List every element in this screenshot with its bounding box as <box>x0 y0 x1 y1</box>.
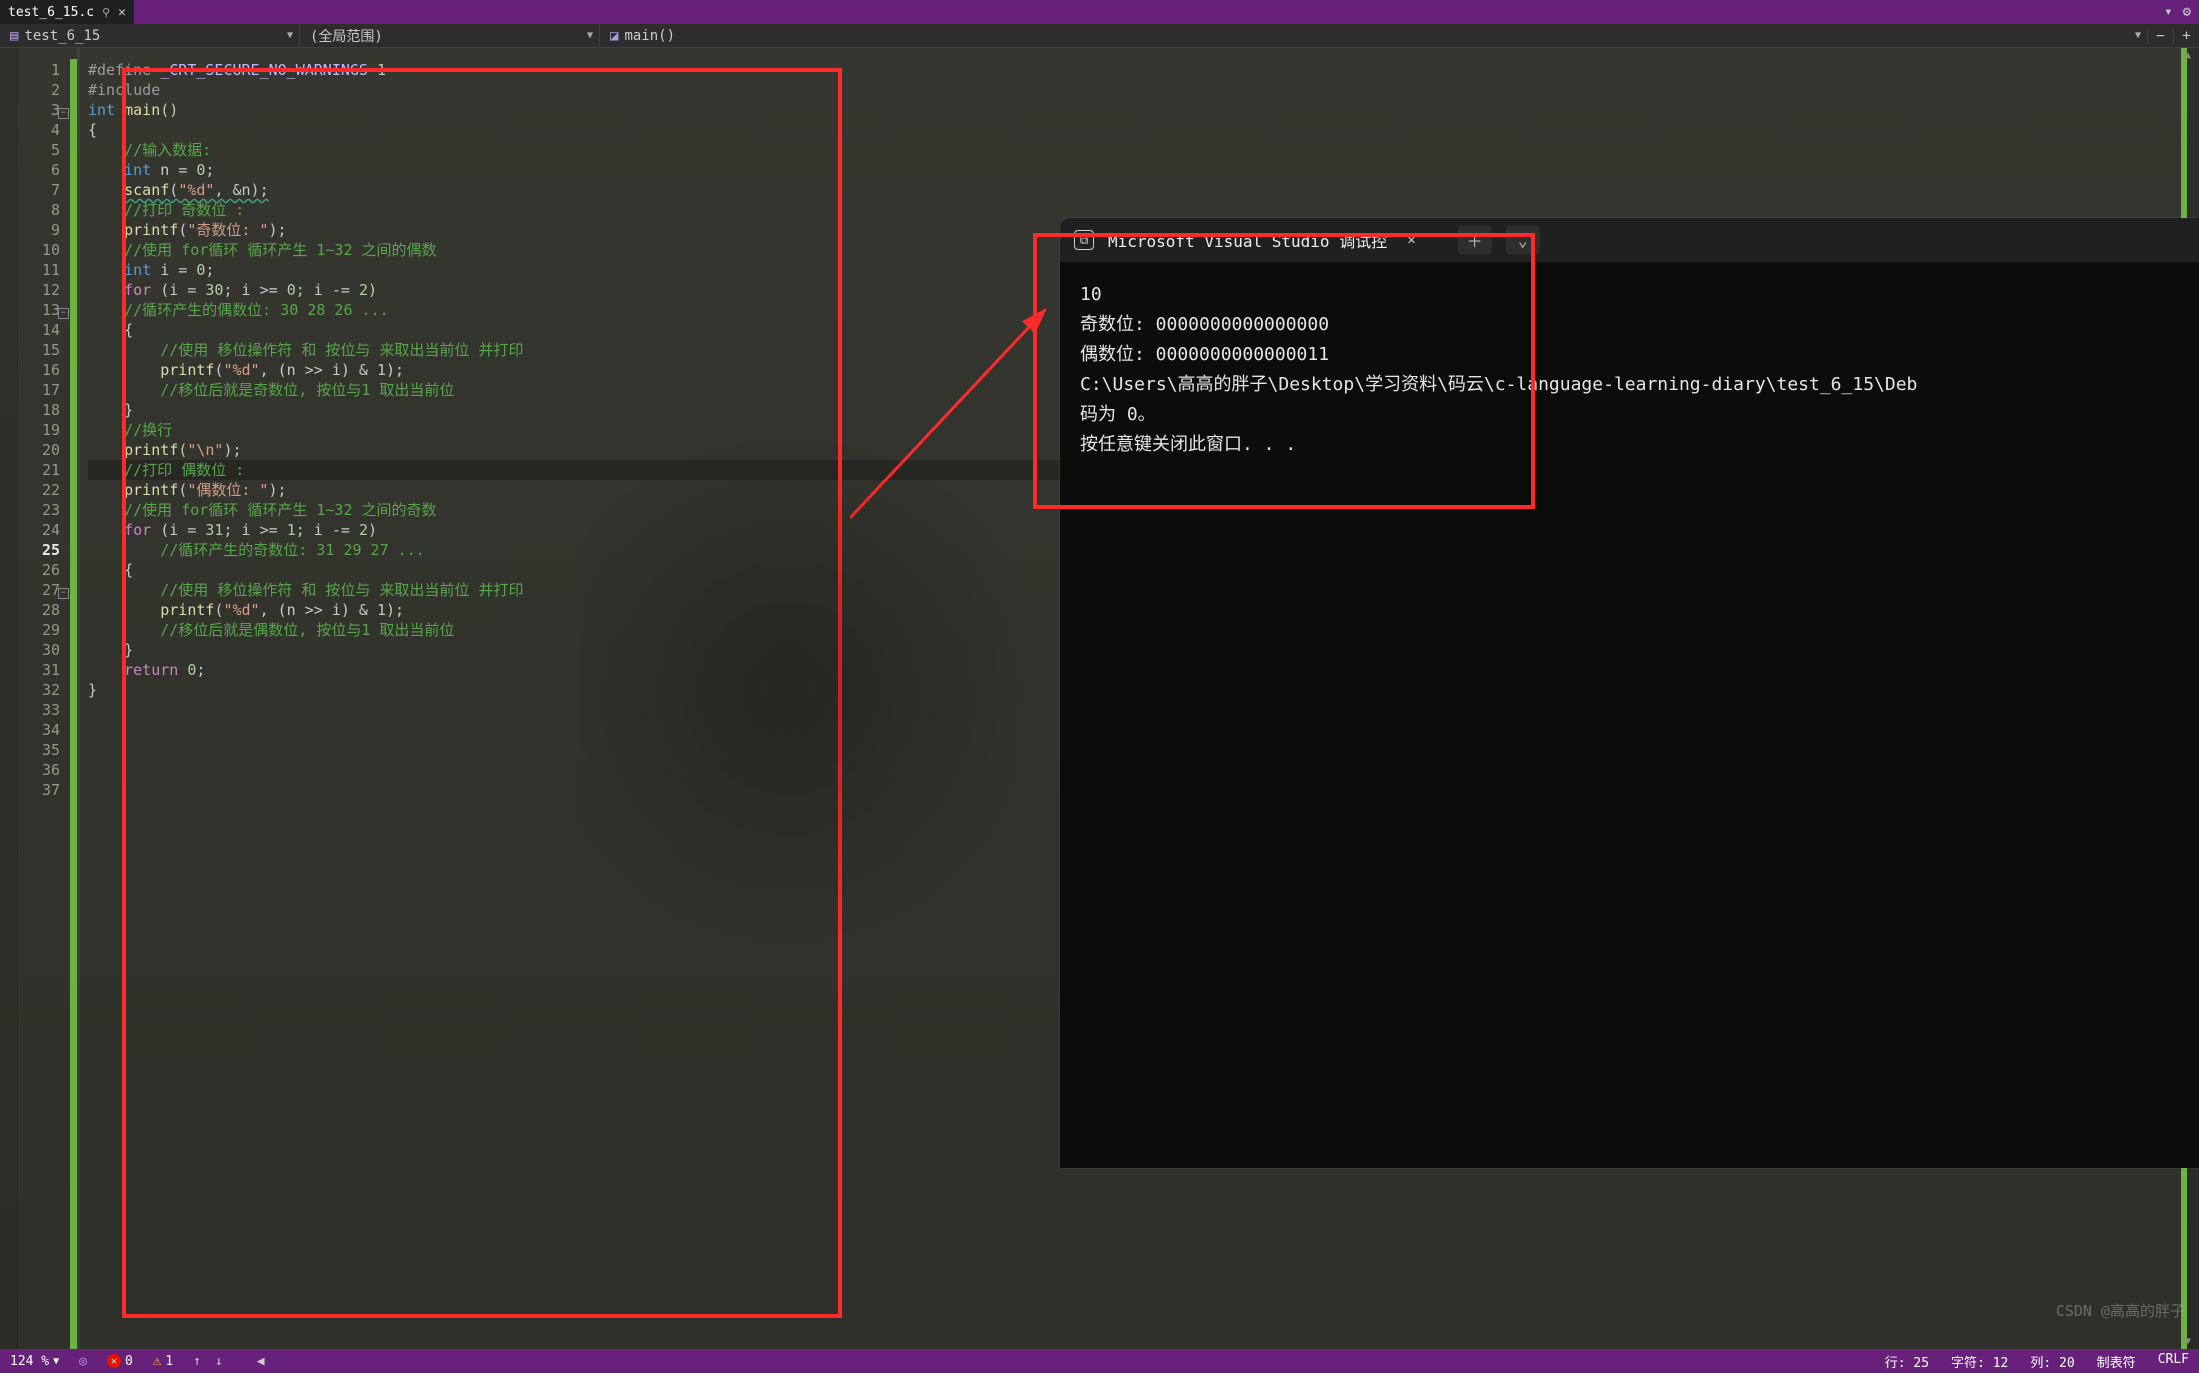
arrow-left-icon[interactable]: ◀ <box>257 1354 265 1369</box>
arrow-up-icon[interactable]: ↑ <box>193 1354 201 1369</box>
tab-label: test_6_15.c <box>8 5 94 20</box>
zoom-indicator[interactable]: 124 % ▼ <box>10 1354 59 1369</box>
chevron-down-icon: ▼ <box>587 30 593 41</box>
split-minus-icon[interactable]: − <box>2147 28 2173 44</box>
warning-count[interactable]: ⚠ 1 <box>153 1353 173 1369</box>
warning-icon: ⚠ <box>153 1353 161 1369</box>
code-line: { <box>88 120 2199 140</box>
no-issues-icon[interactable]: ◎ <box>79 1354 87 1369</box>
vs-icon: ⧉ <box>1074 230 1094 250</box>
terminal-line: 10 <box>1080 280 2199 310</box>
terminal-title: Microsoft Visual Studio 调试控 <box>1108 228 1387 252</box>
code-line: #include <box>88 80 2199 100</box>
nav-func-label: main() <box>624 28 675 44</box>
terminal-body[interactable]: 10奇数位: 0000000000000000偶数位: 000000000000… <box>1060 262 2199 478</box>
new-tab-button[interactable]: ＋ <box>1458 226 1492 254</box>
tab-mode[interactable]: 制表符 <box>2097 1352 2136 1371</box>
close-tab-icon[interactable]: ✕ <box>1407 232 1415 248</box>
code-line: #define _CRT_SECURE_NO_WARNINGS 1 <box>88 60 2199 80</box>
chevron-down-icon: ▼ <box>2135 30 2141 41</box>
editor: 1234567891011121314151617181920212223242… <box>0 48 2199 1349</box>
code-line: int main() <box>88 100 2199 120</box>
eol-mode[interactable]: CRLF <box>2158 1352 2189 1371</box>
tab-strip: test_6_15.c ⚲ ✕ ▾ ⚙ <box>0 0 2199 24</box>
error-icon: ✕ <box>107 1354 121 1368</box>
split-plus-icon[interactable]: + <box>2173 28 2199 44</box>
status-bar: 124 % ▼ ◎ ✕ 0 ⚠ 1 ↑ ↓ ◀ 行: 25 字符: 12 列: … <box>0 1349 2199 1373</box>
nav-arrows[interactable]: ↑ ↓ ◀ <box>193 1354 264 1369</box>
terminal-line: 按任意键关闭此窗口. . . <box>1080 430 2199 460</box>
zoom-label: 124 % <box>10 1354 49 1369</box>
nav-file-label: test_6_15 <box>24 28 100 44</box>
nav-file[interactable]: ▤ test_6_15 ▼ <box>0 24 300 47</box>
line-indicator[interactable]: 行: 25 <box>1885 1352 1929 1371</box>
breakpoint-margin[interactable] <box>0 48 18 1349</box>
nav-scope[interactable]: (全局范围) ▼ <box>300 24 600 47</box>
code-line: int n = 0; <box>88 160 2199 180</box>
nav-scope-label: (全局范围) <box>310 26 383 46</box>
fold-icon[interactable]: − <box>58 308 69 319</box>
terminal-line: C:\Users\高高的胖子\Desktop\学习资料\码云\c-languag… <box>1080 370 2199 400</box>
terminal-line: 奇数位: 0000000000000000 <box>1080 310 2199 340</box>
dropdown-icon[interactable]: ▾ <box>2164 4 2172 20</box>
code-line: //打印 奇数位 : <box>88 200 2199 220</box>
scroll-up-icon[interactable]: ▲ <box>2185 50 2191 61</box>
debug-console: ⧉ Microsoft Visual Studio 调试控 ✕ ＋ ⌄ 10奇数… <box>1060 218 2199 1168</box>
tab-corner: ▾ ⚙ <box>2156 0 2199 24</box>
nav-func[interactable]: ◪ main() ▼ <box>600 24 2147 47</box>
tab-menu-button[interactable]: ⌄ <box>1506 226 1540 254</box>
settings-gear-icon[interactable]: ⚙ <box>2183 4 2191 20</box>
error-count[interactable]: ✕ 0 <box>107 1354 133 1369</box>
line-gutter: 1234567891011121314151617181920212223242… <box>18 48 70 1349</box>
code-line: //输入数据: <box>88 140 2199 160</box>
change-indicator <box>70 59 77 1349</box>
terminal-line: 偶数位: 0000000000000011 <box>1080 340 2199 370</box>
close-icon[interactable]: ✕ <box>118 5 126 20</box>
char-indicator[interactable]: 字符: 12 <box>1951 1352 2008 1371</box>
editor-tab[interactable]: test_6_15.c ⚲ ✕ <box>0 0 134 24</box>
navigation-bar: ▤ test_6_15 ▼ (全局范围) ▼ ◪ main() ▼ − + <box>0 24 2199 48</box>
chevron-down-icon: ▼ <box>53 1356 59 1367</box>
terminal-titlebar[interactable]: ⧉ Microsoft Visual Studio 调试控 ✕ ＋ ⌄ <box>1060 218 2199 262</box>
arrow-down-icon[interactable]: ↓ <box>215 1354 223 1369</box>
fold-icon[interactable]: − <box>58 588 69 599</box>
method-icon: ◪ <box>610 28 618 44</box>
pin-icon[interactable]: ⚲ <box>102 6 110 19</box>
code-line: scanf("%d", &n); <box>88 180 2199 200</box>
col-indicator[interactable]: 列: 20 <box>2030 1352 2074 1371</box>
file-icon: ▤ <box>10 28 18 44</box>
fold-icon[interactable]: − <box>58 108 69 119</box>
chevron-down-icon: ▼ <box>287 30 293 41</box>
terminal-line: 码为 0。 <box>1080 400 2199 430</box>
scroll-down-icon[interactable]: ▼ <box>2185 1336 2191 1347</box>
